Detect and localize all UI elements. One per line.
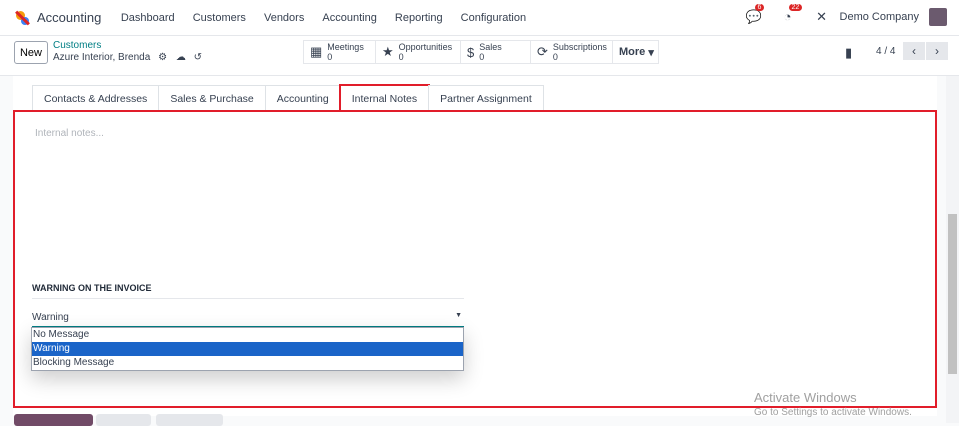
warning-dropdown: No Message Warning Blocking Message: [31, 327, 464, 371]
more-label: More: [619, 46, 646, 58]
watermark-title: Activate Windows: [754, 390, 857, 405]
new-button[interactable]: New: [14, 41, 48, 64]
record-name: Azure Interior, Brenda ⚙ ☁ ↺: [53, 52, 202, 63]
scrollbar-thumb[interactable]: [948, 214, 957, 374]
tab-contacts-addresses[interactable]: Contacts & Addresses: [32, 85, 160, 111]
cloud-save-icon[interactable]: ☁: [176, 52, 186, 63]
meetings-button[interactable]: ▦ Meetings 0: [303, 40, 376, 64]
stat-label: Meetings: [327, 42, 364, 52]
previous-button[interactable]: ‹: [903, 42, 925, 60]
tools-icon[interactable]: ✕: [814, 9, 830, 25]
menu-reporting[interactable]: Reporting: [395, 12, 443, 24]
record-name-text: Azure Interior, Brenda: [53, 52, 151, 63]
app-title[interactable]: Accounting: [37, 10, 101, 25]
internal-notes-input[interactable]: Internal notes...: [35, 128, 104, 139]
tab-accounting[interactable]: Accounting: [264, 85, 341, 111]
gear-icon[interactable]: ⚙: [158, 52, 167, 63]
sales-button[interactable]: $ Sales 0: [460, 40, 531, 64]
option-no-message[interactable]: No Message: [32, 328, 463, 342]
control-panel: New Customers Azure Interior, Brenda ⚙ ☁…: [0, 36, 959, 76]
stat-label: Sales: [479, 42, 502, 52]
discard-icon[interactable]: ↺: [194, 52, 202, 63]
tab-partner-assignment[interactable]: Partner Assignment: [428, 85, 544, 111]
option-blocking-message[interactable]: Blocking Message: [32, 356, 463, 370]
breadcrumb-customers[interactable]: Customers: [53, 40, 101, 51]
menu-accounting[interactable]: Accounting: [322, 12, 376, 24]
stat-value: 0: [327, 52, 333, 62]
invoice-warning-select[interactable]: Warning ▼: [32, 312, 464, 327]
tab-internal-notes[interactable]: Internal Notes: [338, 84, 431, 112]
tab-sales-purchase[interactable]: Sales & Purchase: [158, 85, 266, 111]
subscriptions-button[interactable]: ⟳ Subscriptions 0: [530, 40, 613, 64]
dollar-icon: $: [467, 44, 475, 60]
stat-value: 0: [479, 52, 485, 62]
footer-button[interactable]: [156, 414, 223, 426]
activities-icon[interactable]: ◔ 22: [780, 4, 803, 25]
accounting-logo-icon[interactable]: [14, 10, 30, 26]
caret-down-icon: ▼: [455, 312, 462, 319]
notebook-tabs: Contacts & Addresses Sales & Purchase Ac…: [32, 84, 544, 112]
avatar[interactable]: [929, 8, 947, 26]
menu-configuration[interactable]: Configuration: [461, 12, 526, 24]
selected-value: Warning: [32, 312, 69, 323]
watermark-subtitle: Go to Settings to activate Windows.: [754, 407, 912, 418]
option-warning[interactable]: Warning: [32, 342, 463, 356]
activities-badge: 22: [788, 4, 803, 11]
stat-value: 0: [398, 52, 404, 62]
stat-label: Opportunities: [398, 42, 453, 52]
star-icon: ★: [382, 44, 394, 59]
messages-icon[interactable]: 💬 6: [746, 4, 765, 25]
next-button[interactable]: ›: [926, 42, 948, 60]
menu-customers[interactable]: Customers: [193, 12, 246, 24]
messages-badge: 6: [754, 4, 765, 11]
bookmark-icon[interactable]: ▮: [845, 45, 852, 61]
footer-button[interactable]: [14, 414, 93, 426]
refresh-icon: ⟳: [537, 44, 548, 59]
stat-label: Subscriptions: [552, 42, 607, 52]
company-name[interactable]: Demo Company: [840, 11, 919, 23]
calendar-icon: ▦: [310, 44, 323, 59]
section-title: WARNING ON THE INVOICE: [32, 283, 464, 299]
top-navbar: Accounting Dashboard Customers Vendors A…: [0, 0, 959, 36]
menu-dashboard[interactable]: Dashboard: [121, 12, 175, 24]
opportunities-button[interactable]: ★ Opportunities 0: [375, 40, 461, 64]
stat-value: 0: [552, 52, 558, 62]
footer-button[interactable]: [96, 414, 151, 426]
pager-value[interactable]: 4 / 4: [876, 46, 895, 57]
more-button[interactable]: More ▾: [612, 40, 659, 64]
menu-vendors[interactable]: Vendors: [264, 12, 304, 24]
